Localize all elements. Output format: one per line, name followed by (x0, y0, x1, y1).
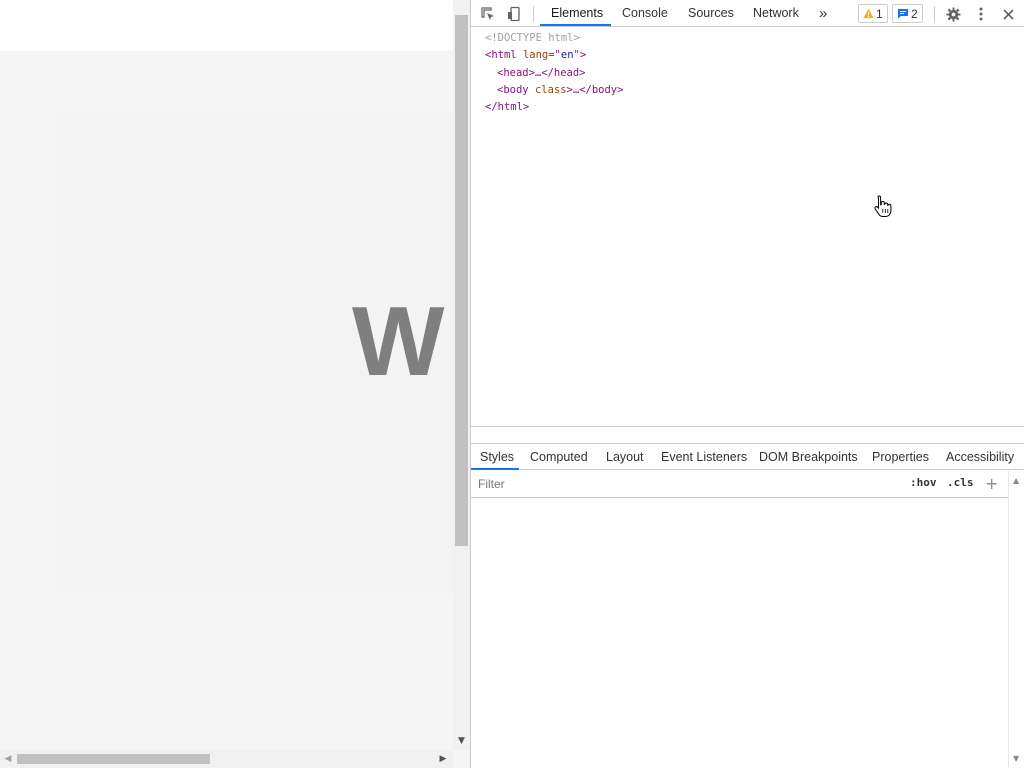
warning-icon (863, 8, 874, 19)
messages-badge[interactable]: 2 (892, 4, 923, 23)
body-class-attr: class (534, 83, 567, 96)
html-tag: <html (485, 49, 517, 62)
attr-close: "> (573, 49, 587, 62)
settings-gear-icon[interactable] (943, 4, 963, 24)
tab-properties[interactable]: Properties (872, 444, 929, 470)
scroll-right-arrow-icon[interactable]: ▶ (438, 753, 448, 765)
tab-elements[interactable]: Elements (551, 0, 603, 27)
devtools-toolbar: Elements Console Sources Network » 1 2 (471, 0, 1024, 27)
tab-accessibility[interactable]: Accessibility (946, 444, 1014, 470)
hero-heading: W (352, 292, 445, 390)
cls-toggle-button[interactable]: .cls (947, 476, 974, 489)
tab-sources[interactable]: Sources (688, 0, 734, 27)
device-toolbar-icon[interactable] (504, 4, 524, 24)
styles-filter-bar: :hov .cls + (471, 471, 1024, 498)
styles-pane-tabs: Styles Computed Layout Event Listeners D… (471, 443, 1024, 470)
dom-html-open-line[interactable]: <html lang="en"> (485, 47, 623, 64)
customize-menu-icon[interactable] (971, 4, 991, 24)
scroll-down-arrow-icon[interactable]: ▼ (1013, 754, 1019, 763)
hand-pointer-cursor-icon (874, 195, 892, 217)
lang-attr-value: en (560, 49, 574, 62)
horizontal-scrollbar-thumb[interactable] (17, 754, 210, 764)
attr-eq: =" (548, 49, 561, 62)
new-style-rule-icon[interactable]: + (985, 474, 998, 493)
inspect-element-icon[interactable] (478, 4, 498, 24)
tab-console[interactable]: Console (622, 0, 668, 27)
tab-styles[interactable]: Styles (480, 444, 514, 470)
body-open-tag: <body (497, 83, 529, 96)
body-rest: >…</body> (566, 83, 624, 96)
warnings-badge[interactable]: 1 (858, 4, 888, 23)
page-viewport: W ▼ ◀ ▶ (0, 0, 470, 768)
vertical-scrollbar-thumb[interactable] (455, 15, 468, 546)
dom-tree: <!DOCTYPE html> <html lang="en"> <head>…… (485, 30, 623, 116)
styles-filter-input[interactable] (471, 471, 901, 497)
styles-scrollbar[interactable]: ▲ ▼ (1008, 471, 1024, 768)
panel-split-divider[interactable] (471, 426, 1024, 427)
active-tab-indicator (540, 24, 611, 26)
messages-count: 2 (911, 6, 918, 21)
toolbar-separator (533, 6, 534, 22)
active-styles-tab-indicator (471, 468, 519, 470)
tab-layout[interactable]: Layout (606, 444, 644, 470)
tab-computed[interactable]: Computed (530, 444, 588, 470)
devtools-panel: Elements Console Sources Network » 1 2 <… (470, 0, 1024, 768)
scroll-left-arrow-icon[interactable]: ◀ (3, 753, 13, 765)
dom-body-line[interactable]: <body class>…</body> (485, 82, 623, 99)
dom-head-line[interactable]: <head>…</head> (485, 65, 623, 82)
tab-network[interactable]: Network (753, 0, 799, 27)
tab-dom-breakpoints[interactable]: DOM Breakpoints (759, 444, 858, 470)
hov-toggle-button[interactable]: :hov (910, 476, 937, 489)
horizontal-scrollbar[interactable]: ◀ ▶ (0, 750, 453, 768)
close-devtools-icon[interactable] (998, 4, 1018, 24)
lang-attr-name: lang (522, 49, 549, 62)
warnings-count: 1 (876, 6, 883, 21)
dom-doctype-line[interactable]: <!DOCTYPE html> (485, 30, 623, 47)
tab-event-listeners[interactable]: Event Listeners (661, 444, 747, 470)
scroll-down-arrow-icon[interactable]: ▼ (456, 736, 467, 747)
toolbar-separator (934, 6, 935, 22)
dom-html-close-line[interactable]: </html> (485, 99, 623, 116)
vertical-scrollbar[interactable]: ▼ (453, 0, 470, 750)
message-icon (898, 9, 908, 19)
more-tabs-chevron-icon[interactable]: » (819, 0, 827, 27)
page-header (0, 0, 453, 51)
scroll-up-arrow-icon[interactable]: ▲ (1013, 476, 1019, 485)
